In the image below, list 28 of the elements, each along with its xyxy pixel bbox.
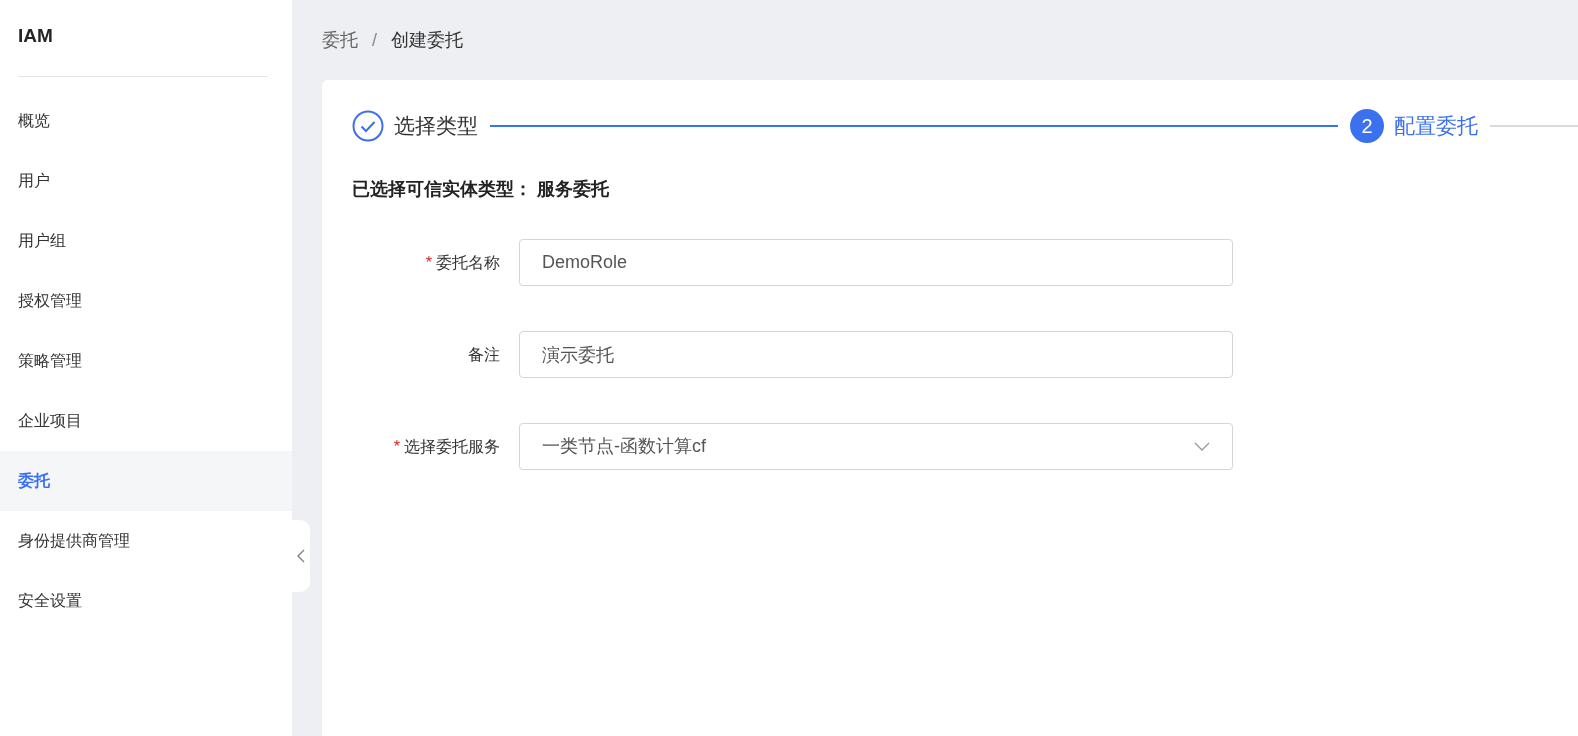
sidebar-item[interactable]: 用户组 bbox=[0, 211, 292, 271]
chevron-down-icon bbox=[1194, 442, 1210, 451]
field-label: 委托名称 bbox=[436, 253, 500, 271]
sidebar-item[interactable]: 概览 bbox=[0, 91, 292, 151]
step-label: 配置委托 bbox=[1394, 113, 1478, 140]
select-field[interactable]: 一类节点-函数计算cf bbox=[519, 423, 1233, 470]
breadcrumb-separator: / bbox=[372, 28, 377, 52]
required-mark: * bbox=[425, 253, 432, 271]
collapse-handle[interactable] bbox=[292, 520, 310, 592]
sidebar-item[interactable]: 策略管理 bbox=[0, 331, 292, 391]
sidebar-item[interactable]: 委托 bbox=[0, 451, 292, 511]
breadcrumb-current: 创建委托 bbox=[391, 28, 463, 52]
sidebar-item[interactable]: 用户 bbox=[0, 151, 292, 211]
step-label: 选择类型 bbox=[394, 113, 478, 140]
step-number: 2 bbox=[1350, 109, 1384, 143]
sidebar-item[interactable]: 企业项目 bbox=[0, 391, 292, 451]
sidebar-item[interactable]: 授权管理 bbox=[0, 271, 292, 331]
field-label: 选择委托服务 bbox=[404, 437, 500, 455]
selected-type-text: 已选择可信实体类型： 服务委托 bbox=[352, 178, 610, 201]
sidebar-item[interactable]: 身份提供商管理 bbox=[0, 511, 292, 571]
input-field[interactable]: 演示委托 bbox=[519, 331, 1233, 378]
required-mark: * bbox=[393, 437, 400, 455]
field-label: 备注 bbox=[468, 345, 500, 363]
app-title: IAM bbox=[17, 24, 54, 48]
sidebar-item[interactable]: 安全设置 bbox=[0, 571, 292, 631]
chevron-left-icon bbox=[297, 549, 305, 563]
input-field[interactable]: DemoRole bbox=[519, 239, 1233, 286]
breadcrumb-link[interactable]: 委托 bbox=[322, 26, 358, 54]
